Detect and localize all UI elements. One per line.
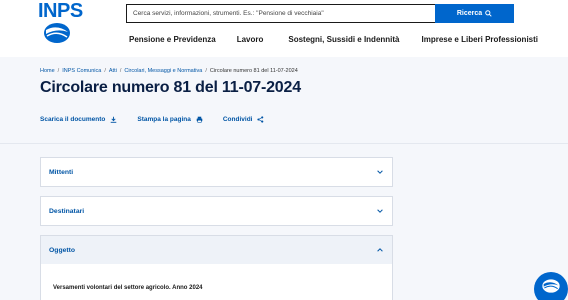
breadcrumb-separator: / — [104, 68, 106, 74]
nav-item-lavoro[interactable]: Lavoro — [237, 35, 264, 44]
accordion-header-mittenti[interactable]: Mittenti — [41, 158, 392, 186]
print-button[interactable]: Stampa la pagina — [137, 116, 203, 123]
breadcrumb-separator: / — [57, 68, 60, 74]
inps-logo-mark — [542, 279, 560, 293]
inps-logo[interactable]: INPS — [38, 1, 83, 46]
download-icon — [111, 116, 117, 123]
search-bar: Ricerca — [126, 4, 514, 23]
search-icon — [485, 10, 492, 17]
accordion-mittenti: Mittenti — [40, 157, 393, 187]
logo-text: INPS — [38, 0, 83, 22]
oggetto-text: Versamenti volontari del settore agricol… — [53, 285, 203, 291]
download-label: Scarica il documento — [40, 116, 106, 123]
page-actions: Scarica il documento Stampa la pagina Co… — [40, 116, 264, 123]
accordion-oggetto: Oggetto Versamenti volontari del settore… — [40, 235, 393, 300]
accordion-header-destinatari[interactable]: Destinatari — [41, 197, 392, 225]
breadcrumb-circolari[interactable]: Circolari, Messaggi e Normativa — [124, 68, 202, 74]
chevron-down-icon — [377, 209, 383, 213]
nav-item-sostegni[interactable]: Sostegni, Sussidi e Indennità — [288, 35, 399, 44]
page-title: Circolare numero 81 del 11-07-2024 — [40, 79, 301, 96]
accordion-label: Destinatari — [49, 207, 85, 215]
chevron-down-icon — [377, 170, 383, 174]
nav-item-imprese[interactable]: Imprese e Liberi Professionisti — [422, 35, 538, 44]
accordion-destinatari: Destinatari — [40, 196, 393, 226]
breadcrumb-inps-comunica[interactable]: INPS Comunica — [62, 68, 101, 74]
accordion-label: Mittenti — [49, 168, 74, 176]
breadcrumb: Home / INPS Comunica / Atti / Circolari,… — [40, 68, 298, 74]
inps-logo-mark — [44, 23, 70, 43]
breadcrumb-home[interactable]: Home — [40, 68, 55, 74]
assistant-button[interactable] — [534, 272, 568, 300]
search-input[interactable] — [126, 4, 435, 23]
search-button[interactable]: Ricerca — [435, 4, 514, 23]
share-label: Condividi — [222, 116, 253, 123]
accordion-body-oggetto: Versamenti volontari del settore agricol… — [41, 264, 392, 300]
accordion-label: Oggetto — [49, 246, 76, 254]
print-label: Stampa la pagina — [137, 116, 191, 123]
breadcrumb-separator: / — [119, 68, 122, 74]
breadcrumb-current: Circolare numero 81 del 11-07-2024 — [209, 68, 298, 74]
nav-item-pensione[interactable]: Pensione e Previdenza — [129, 35, 216, 44]
search-button-label: Ricerca — [456, 10, 483, 17]
chevron-up-icon — [377, 248, 383, 252]
share-icon — [257, 116, 264, 123]
accordion-header-oggetto[interactable]: Oggetto — [41, 236, 392, 264]
site-header: INPS Ricerca Pensione e Previdenza Lavor… — [0, 0, 568, 57]
download-button[interactable]: Scarica il documento — [40, 116, 117, 123]
print-icon — [196, 116, 203, 123]
breadcrumb-atti[interactable]: Atti — [109, 68, 117, 74]
breadcrumb-separator: / — [205, 68, 207, 74]
main-nav: Pensione e Previdenza Lavoro Sostegni, S… — [129, 35, 538, 44]
share-button[interactable]: Condividi — [223, 116, 265, 123]
